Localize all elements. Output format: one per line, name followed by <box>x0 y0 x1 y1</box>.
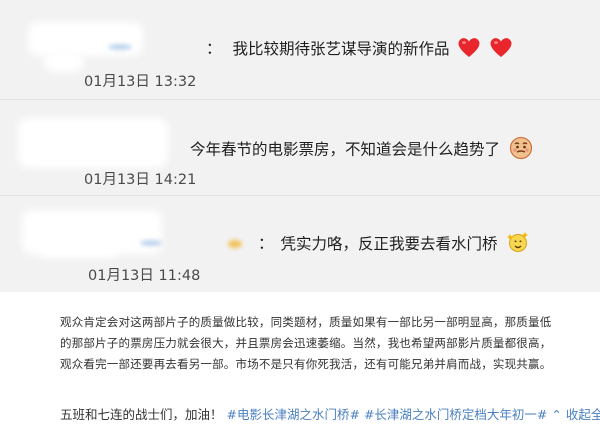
collapse-label: 收起全文 <box>565 407 600 422</box>
comment-separator: ： <box>258 234 274 253</box>
red-heart-emoji <box>457 36 481 62</box>
comment-text: 今年春节的电影票房，不知道会是什么趋势了 <box>190 140 501 159</box>
comment-separator: ： <box>206 39 222 58</box>
post-body: 观众肯定会对这两部片子的质量做比较，同类题材，质量如果有一部比另一部明显高，那质… <box>60 312 596 375</box>
comment-content: ： 我比较期待张艺谋导演的新作品 <box>206 36 513 62</box>
post-line: 观众肯定会对这两部片子的质量做比较，同类题材，质量如果有一部比另一部明显高，那质… <box>60 315 552 329</box>
hashtag-link[interactable]: #长津湖之水门桥定档大年初一# <box>364 407 547 422</box>
post-line: 观众看完一部还要再去看另一部。市场不是只有你死我活，还有可能兄弟并肩而战，实现共… <box>60 357 552 371</box>
comment-content: ： 凭实力咯，反正我要去看水门桥 <box>258 230 530 258</box>
red-heart-emoji <box>489 36 513 62</box>
weibo-post: 观众肯定会对这两部片子的质量做比较，同类题材，质量如果有一部比另一部明显高，那质… <box>0 292 600 436</box>
comment-text: 我比较期待张艺谋导演的新作品 <box>232 39 450 58</box>
collapse-arrow-icon: ⌃ <box>551 407 562 422</box>
comment-content: 今年春节的电影票房，不知道会是什么趋势了 <box>190 136 533 164</box>
comment-item: 今年春节的电影票房，不知道会是什么趋势了 01月13日 14:21 <box>0 100 600 196</box>
comment-item: ： 凭实力咯，反正我要去看水门桥 01月13日 11:48 <box>0 196 600 292</box>
collapse-button[interactable]: ⌃ 收起全文 <box>551 407 600 422</box>
sparkle-face-emoji <box>506 230 530 258</box>
comment-list: ： 我比较期待张艺谋导演的新作品 01月13日 13:32 今年春节的电影票房，… <box>0 0 600 292</box>
comment-text: 凭实力咯，反正我要去看水门桥 <box>280 234 498 253</box>
hashtag-link[interactable]: #电影长津湖之水门桥# <box>227 407 360 422</box>
footer-text: 五班和七连的战士们，加油！ <box>60 407 223 422</box>
comment-timestamp: 01月13日 14:21 <box>84 172 197 188</box>
comment-timestamp: 01月13日 11:48 <box>88 268 201 284</box>
comment-timestamp: 01月13日 13:32 <box>84 74 197 90</box>
thinking-face-emoji <box>509 136 533 164</box>
comment-item: ： 我比较期待张艺谋导演的新作品 01月13日 13:32 <box>0 0 600 100</box>
post-line: 的那部片子的票房压力就会很大，并且票房会迅速萎缩。当然，我也希望两部影片质量都很… <box>60 336 552 350</box>
post-footer: 五班和七连的战士们，加油！ #电影长津湖之水门桥# #长津湖之水门桥定档大年初一… <box>60 404 600 423</box>
